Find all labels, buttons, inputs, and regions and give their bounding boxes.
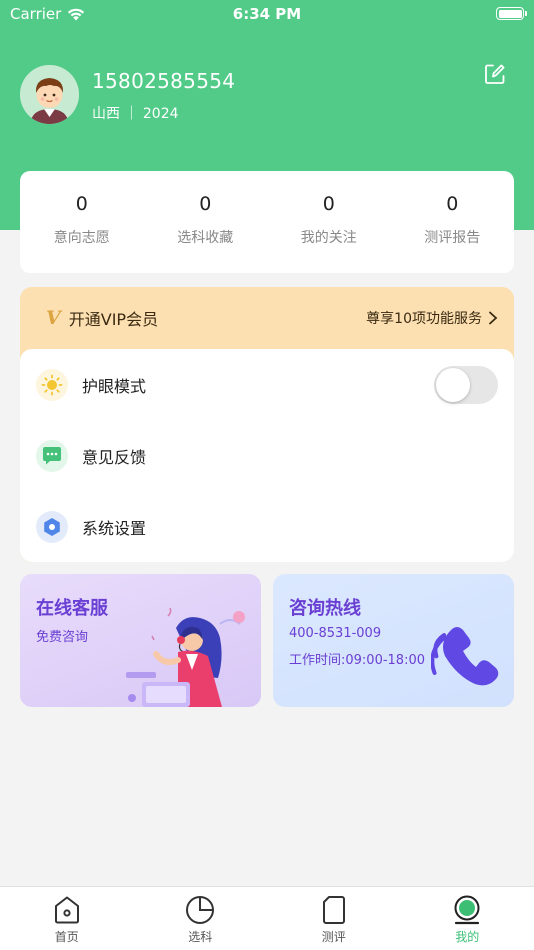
tab-label: 首页 <box>54 930 79 944</box>
edit-icon <box>485 64 505 84</box>
menu-item-label: 护眼模式 <box>82 376 147 396</box>
menu-item-system-settings[interactable]: 系统设置 <box>20 491 514 562</box>
stat-label: 意向志愿 <box>53 230 110 246</box>
vip-benefits: 尊享10项功能服务 <box>366 308 498 328</box>
user-region: 山西 ｜ 2024 <box>92 106 179 122</box>
tab-home[interactable]: 首页 <box>0 887 134 950</box>
vip-title: 开通VIP会员 <box>68 310 159 329</box>
stat-intended-choices[interactable]: 0 意向志愿 <box>20 171 144 273</box>
stat-my-follows[interactable]: 0 我的关注 <box>267 171 391 273</box>
settings-menu: 护眼模式 意见反馈 系统设置 <box>20 349 514 562</box>
tab-assessment[interactable]: 测评 <box>267 887 401 950</box>
stat-value: 0 <box>199 193 212 215</box>
online-service-subtitle: 免费咨询 <box>36 630 89 645</box>
customer-service-illustration <box>126 607 245 707</box>
stat-value: 0 <box>322 193 335 215</box>
menu-item-feedback[interactable]: 意见反馈 <box>20 420 514 491</box>
menu-item-label: 系统设置 <box>82 518 147 538</box>
status-bar: Carrier 6:34 PM <box>0 0 534 28</box>
phone-icon <box>431 627 499 686</box>
hotline-title: 咨询热线 <box>289 598 361 619</box>
avatar-illustration <box>20 65 79 124</box>
menu-item-eye-care[interactable]: 护眼模式 <box>20 349 514 420</box>
vip-card: V 开通VIP会员 尊享10项功能服务 护眼模式 意见反馈 系统设置 <box>20 287 514 562</box>
stats-card: 0 意向志愿 0 选科收藏 0 我的关注 0 测评报告 <box>20 171 514 273</box>
home-icon <box>54 896 79 924</box>
eye-care-toggle[interactable] <box>434 365 498 404</box>
user-phone: 15802585554 <box>92 69 236 93</box>
stat-assessment-reports[interactable]: 0 测评报告 <box>391 171 515 273</box>
stat-label: 我的关注 <box>300 230 357 246</box>
tab-bar: 首页 选科 测评 我的 <box>0 886 534 950</box>
online-service-title: 在线客服 <box>36 598 108 619</box>
online-service-card[interactable]: 在线客服 免费咨询 <box>20 574 261 707</box>
card-icon <box>322 896 345 924</box>
stat-label: 测评报告 <box>424 230 481 246</box>
hotline-number[interactable]: 400-8531-009 <box>289 626 381 641</box>
vip-description: 尊享10项功能服务 <box>366 311 482 327</box>
tab-subject-selection[interactable]: 选科 <box>134 887 268 950</box>
profile-icon <box>454 895 480 925</box>
edit-profile-button[interactable] <box>484 63 506 85</box>
settings-icon <box>36 510 68 543</box>
tab-label: 选科 <box>188 930 213 944</box>
hotline-card[interactable]: 咨询热线 400-8531-009 工作时间:09:00-18:00 <box>273 574 514 707</box>
tab-label: 我的 <box>455 930 480 944</box>
stat-value: 0 <box>446 193 459 215</box>
stat-value: 0 <box>75 193 88 215</box>
battery-icon <box>496 7 527 20</box>
chevron-right-icon <box>489 311 498 325</box>
stat-label: 选科收藏 <box>177 230 234 246</box>
menu-item-label: 意见反馈 <box>82 447 147 467</box>
avatar[interactable] <box>20 65 79 124</box>
status-time: 6:34 PM <box>232 5 302 23</box>
pie-icon <box>186 896 215 924</box>
tab-mine[interactable]: 我的 <box>401 887 534 950</box>
sun-icon <box>36 368 68 401</box>
feedback-icon <box>36 439 68 472</box>
stat-subject-favorites[interactable]: 0 选科收藏 <box>144 171 268 273</box>
vip-banner[interactable]: V 开通VIP会员 尊享10项功能服务 <box>20 287 514 349</box>
tab-label: 测评 <box>321 930 346 944</box>
hotline-hours: 工作时间:09:00-18:00 <box>289 653 425 668</box>
vip-badge-icon: V <box>46 307 61 329</box>
toggle-knob <box>436 367 470 402</box>
